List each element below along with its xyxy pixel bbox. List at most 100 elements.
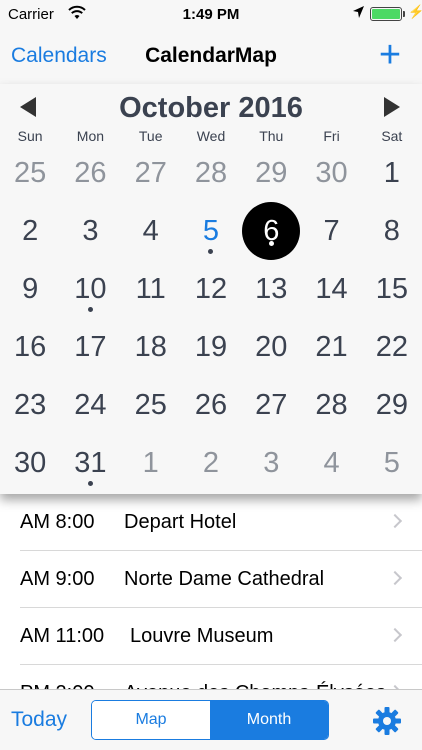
day-number: 3 [82, 215, 99, 247]
event-title: Norte Dame Cathedral [124, 568, 325, 590]
day-cell[interactable]: 20 [241, 318, 301, 376]
day-cell[interactable]: 26 [60, 144, 120, 202]
day-number: 26 [74, 157, 107, 189]
day-cell[interactable]: 5 [181, 202, 241, 260]
day-cell[interactable]: 7 [301, 202, 361, 260]
day-number: 1 [142, 447, 159, 479]
event-dot [87, 481, 93, 486]
day-cell[interactable]: 4 [301, 434, 361, 492]
day-cell[interactable]: 17 [60, 318, 120, 376]
day-number: 23 [14, 389, 47, 421]
day-cell[interactable]: 30 [0, 434, 60, 492]
day-cell[interactable]: 28 [181, 144, 241, 202]
day-cell[interactable]: 31 [60, 434, 120, 492]
page-title: CalendarMap [145, 44, 277, 67]
day-cell[interactable]: 1 [362, 144, 422, 202]
chevron-right-icon [387, 627, 403, 643]
day-number: 13 [255, 273, 288, 305]
day-number: 4 [142, 215, 159, 247]
event-row[interactable]: AM 8:00 Depart Hotel [20, 494, 422, 551]
event-title: Avenue des Champs-Élysées [124, 682, 386, 689]
add-event-button[interactable]: + [374, 32, 406, 80]
day-cell[interactable]: 3 [241, 434, 301, 492]
day-cell[interactable]: 10 [60, 260, 120, 318]
day-number: 29 [375, 389, 408, 421]
day-number: 7 [323, 215, 340, 247]
event-dot [208, 249, 214, 254]
day-number: 24 [74, 389, 107, 421]
day-cell[interactable]: 18 [121, 318, 181, 376]
day-cell[interactable]: 19 [181, 318, 241, 376]
gear-icon[interactable] [372, 706, 402, 736]
chevron-right-icon [387, 570, 403, 586]
status-bar: Carrier 1:49 PM ⚡ [0, 0, 422, 30]
day-cell[interactable]: 30 [301, 144, 361, 202]
day-number: 26 [194, 389, 228, 421]
day-cell[interactable]: 23 [0, 376, 60, 434]
week-row: 23 24 25 26 27 28 29 [0, 376, 422, 434]
charging-bolt-icon: ⚡ [408, 4, 422, 19]
segment-month[interactable]: Month [210, 701, 328, 739]
day-cell[interactable]: 27 [121, 144, 181, 202]
day-cell[interactable]: 8 [362, 202, 422, 260]
event-row[interactable]: PM 2:00 Avenue des Champs-Élysées [20, 665, 422, 689]
day-number: 12 [194, 273, 228, 305]
day-number: 25 [14, 157, 47, 189]
day-cell[interactable]: 25 [0, 144, 60, 202]
day-number: 11 [135, 273, 166, 305]
day-cell[interactable]: 27 [241, 376, 301, 434]
day-cell[interactable]: 28 [301, 376, 361, 434]
event-dot [87, 307, 93, 312]
day-number: 18 [134, 331, 167, 363]
day-number: 5 [202, 215, 220, 247]
month-header: October 2016 [0, 84, 422, 130]
event-time: AM 11:00 [20, 625, 105, 647]
month-calendar: October 2016 Sun Mon Tue Wed Thu Fri Sat 25 26 2… [0, 84, 422, 494]
week-row: 25 26 27 28 29 30 1 [0, 144, 422, 202]
day-cell[interactable]: 5 [362, 434, 422, 492]
day-number: 20 [255, 331, 288, 363]
month-label: October 2016 [119, 92, 303, 124]
today-button[interactable]: Today [11, 708, 67, 732]
day-number: 27 [255, 389, 288, 421]
bottom-toolbar: Today Map Month [0, 689, 422, 750]
day-cell[interactable]: 2 [0, 202, 60, 260]
day-number: 10 [74, 273, 107, 305]
day-cell[interactable]: 2 [181, 434, 241, 492]
week-row: 2 3 4 567 8 [0, 202, 422, 260]
day-number: 4 [323, 447, 340, 479]
day-cell[interactable]: 26 [181, 376, 241, 434]
next-month-icon[interactable] [384, 97, 400, 117]
day-cell[interactable]: 1 [121, 434, 181, 492]
navigation-bar: Calendars CalendarMap + [0, 30, 422, 84]
day-cell[interactable]: 15 [362, 260, 422, 318]
event-row[interactable]: AM 9:00 Norte Dame Cathedral [20, 551, 422, 608]
day-cell[interactable]: 6 [241, 202, 301, 260]
day-cell[interactable]: 16 [0, 318, 60, 376]
day-cell[interactable]: 29 [241, 144, 301, 202]
day-cell[interactable]: 22 [362, 318, 422, 376]
event-time: PM 2:00 [20, 682, 94, 689]
day-number: 30 [14, 447, 47, 479]
day-cell[interactable]: 29 [362, 376, 422, 434]
segment-map[interactable]: Map [92, 701, 210, 739]
event-row[interactable]: AM 11:00 Louvre Museum [20, 608, 422, 665]
week-row: 9 10 11 12 13 14 15 [0, 260, 422, 318]
day-cell[interactable]: 4 [121, 202, 181, 260]
day-number: 9 [22, 273, 39, 305]
day-cell[interactable]: 14 [301, 260, 361, 318]
chevron-right-icon [387, 513, 403, 529]
day-cell[interactable]: 12 [181, 260, 241, 318]
day-cell[interactable]: 24 [60, 376, 120, 434]
day-cell[interactable]: 3 [60, 202, 120, 260]
day-cell[interactable]: 9 [0, 260, 60, 318]
day-number: 5 [383, 447, 400, 479]
view-segmented-control: Map Month [91, 700, 329, 740]
event-time: AM 8:00 [20, 511, 95, 533]
day-cell[interactable]: 25 [121, 376, 181, 434]
week-row: 30 31 1 2 3 4 5 [0, 434, 422, 492]
day-number: 29 [255, 157, 288, 189]
day-cell[interactable]: 21 [301, 318, 361, 376]
day-cell[interactable]: 11 [121, 260, 181, 318]
day-cell[interactable]: 13 [241, 260, 301, 318]
